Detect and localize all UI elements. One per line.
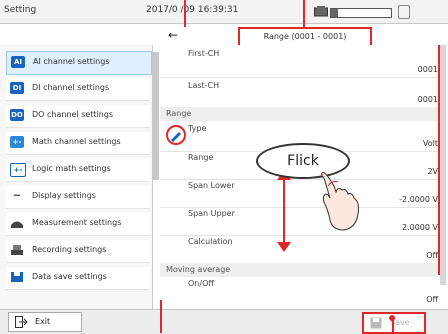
first-ch-label: First-CH (188, 49, 220, 58)
divider (160, 77, 438, 78)
divider (160, 235, 438, 236)
callout-line (160, 300, 162, 333)
sidebar-scrollbar[interactable] (152, 52, 159, 180)
sidebar-item-recording[interactable]: Recording settings (6, 240, 150, 263)
exit-label: Exit (35, 317, 51, 326)
do-icon: DO (10, 109, 24, 121)
onoff-label: On/Off (188, 279, 214, 288)
calculation-label: Calculation (188, 237, 233, 246)
exit-arrow-icon (15, 316, 28, 328)
sidebar-item-label: DO channel settings (32, 110, 114, 119)
save-disk-icon (370, 317, 382, 329)
sidebar-item-di-channel[interactable]: DI DI channel settings (6, 78, 150, 101)
recording-icon (11, 245, 23, 255)
sidebar-item-data-save[interactable]: Data save settings (6, 267, 150, 290)
exit-button[interactable]: Exit (8, 312, 82, 332)
type-value[interactable]: Volt (423, 139, 438, 148)
range-label: Range (188, 153, 214, 162)
save-disk-icon (11, 272, 23, 282)
sidebar-item-display[interactable]: ~ Display settings (6, 186, 150, 209)
sidebar-item-label: Recording settings (32, 245, 107, 254)
di-icon: DI (10, 82, 24, 94)
callout-line (184, 0, 186, 27)
sidebar-item-label: Logic math settings (32, 164, 111, 173)
edit-pencil-icon (166, 125, 186, 145)
datetime-display: 2017/0 /09 16:39:31 (146, 5, 239, 15)
up-down-arrow-icon (277, 170, 291, 252)
ai-icon: AI (11, 56, 25, 68)
callout-line (303, 0, 305, 27)
sidebar-item-do-channel[interactable]: DO DO channel settings (6, 105, 150, 128)
first-ch-value[interactable]: 0001 (418, 65, 438, 74)
divider (160, 207, 438, 208)
last-ch-label: Last-CH (188, 81, 220, 90)
sidebar-item-label: Data save settings (32, 272, 107, 281)
logic-math-icon: +- (10, 163, 26, 177)
onoff-value[interactable]: Off (426, 295, 438, 304)
span-lower-label: Span Lower (188, 181, 235, 190)
math-icon: +- (10, 136, 24, 148)
sidebar-item-measurement[interactable]: Measurement settings (6, 213, 150, 236)
section-range: Range (160, 107, 438, 121)
section-moving-average: Moving average (160, 263, 438, 277)
memory-icon (314, 6, 328, 17)
divider (160, 179, 438, 180)
span-upper-label: Span Upper (188, 209, 235, 218)
sidebar-item-label: DI channel settings (32, 83, 110, 92)
content-scrollbar[interactable] (440, 45, 446, 285)
type-label: Type (188, 124, 207, 133)
memory-usage-bar (330, 8, 392, 18)
last-ch-value[interactable]: 0001 (418, 95, 438, 104)
gauge-icon (11, 221, 23, 228)
callout-dot (389, 315, 395, 321)
sidebar-item-ai-channel[interactable]: AI AI channel settings (6, 51, 152, 75)
sidebar: AI AI channel settings DI DI channel set… (0, 45, 153, 309)
span-lower-value[interactable]: -2.0000 V (399, 195, 438, 204)
hand-gesture-icon (321, 172, 359, 231)
span-upper-value[interactable]: 2.0000 V (402, 223, 438, 232)
sidebar-item-label: Display settings (32, 191, 96, 200)
memory-usage-fill (331, 9, 339, 17)
callout-line (438, 45, 440, 275)
sidebar-item-label: Math channel settings (32, 137, 121, 146)
sidebar-item-label: AI channel settings (33, 57, 110, 66)
sidebar-item-label: Measurement settings (32, 218, 122, 227)
back-button[interactable]: ← (160, 27, 186, 43)
waveform-icon: ~ (10, 190, 24, 202)
sidebar-item-logic-math[interactable]: +- Logic math settings (6, 159, 150, 182)
media-icon (398, 5, 410, 19)
range-display: Range (0001 - 0001) (238, 27, 372, 47)
app-title: Setting (4, 5, 37, 15)
range-value[interactable]: 2V (427, 167, 438, 176)
calculation-value[interactable]: Off (426, 251, 438, 260)
sidebar-item-math-channel[interactable]: +- Math channel settings (6, 132, 150, 155)
